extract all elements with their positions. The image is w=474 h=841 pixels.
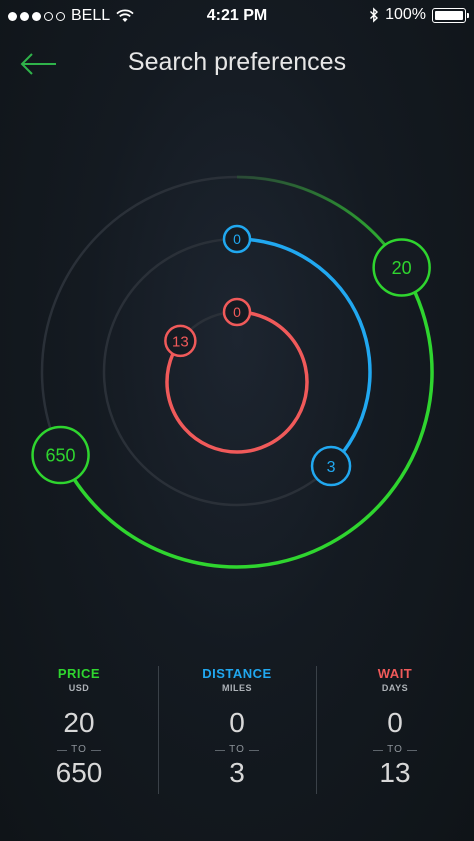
battery-percent: 100% — [385, 6, 426, 23]
preferences-dial[interactable]: 20 650 0 3 0 13 — [0, 150, 474, 600]
price-from-knob[interactable]: 20 — [372, 238, 431, 297]
wait-to-knob[interactable]: 13 — [164, 324, 197, 358]
stat-distance-from[interactable]: 0 — [158, 707, 316, 739]
stat-distance-to-label: TO — [215, 744, 259, 755]
stat-price-label: PRICE — [57, 666, 101, 681]
distance-from-knob[interactable]: 0 — [222, 224, 252, 254]
nav-bar: Search preferences — [0, 40, 474, 86]
stat-wait-label: WAIT — [377, 666, 413, 681]
price-to-knob[interactable]: 650 — [31, 425, 90, 485]
carrier-name: BELL — [71, 7, 111, 24]
price-to-knob-label: 650 — [46, 446, 76, 466]
stat-wait-unit: DAYS — [381, 683, 409, 693]
stat-price-to-label: TO — [57, 744, 101, 755]
stat-price-to[interactable]: 650 — [0, 757, 158, 789]
bluetooth-icon — [370, 7, 379, 23]
stat-wait-to[interactable]: 13 — [316, 757, 474, 789]
price-from-knob-label: 20 — [392, 258, 412, 278]
status-left: BELL — [8, 7, 134, 25]
wait-from-knob-label: 0 — [233, 304, 241, 320]
page-title: Search preferences — [127, 48, 347, 76]
wait-from-knob[interactable]: 0 — [222, 297, 252, 327]
stat-wait: WAIT DAYS 0 TO 13 — [316, 650, 474, 800]
stat-distance-unit: MILES — [221, 683, 252, 693]
stat-distance-label: DISTANCE — [202, 666, 272, 681]
stat-price-from[interactable]: 20 — [0, 707, 158, 739]
stat-wait-from[interactable]: 0 — [316, 707, 474, 739]
stat-price-unit: USD — [68, 683, 90, 693]
wait-to-knob-label: 13 — [172, 333, 189, 350]
stat-wait-to-label: TO — [373, 744, 417, 755]
status-bar: BELL 4:21 PM 100% — [0, 0, 474, 34]
stat-distance-to[interactable]: 3 — [158, 757, 316, 789]
stats-panel: PRICE USD 20 TO 650 DISTANCE MILES 0 TO … — [0, 650, 474, 800]
arrow-left-icon — [20, 53, 56, 75]
battery-icon — [432, 7, 469, 23]
distance-arc — [235, 237, 372, 468]
distance-to-knob-label: 3 — [327, 459, 336, 476]
stat-distance: DISTANCE MILES 0 TO 3 — [158, 650, 316, 800]
stat-price: PRICE USD 20 TO 650 — [0, 650, 158, 800]
signal-icon — [8, 11, 65, 21]
distance-to-knob[interactable]: 3 — [310, 445, 352, 487]
wifi-icon — [116, 9, 134, 22]
back-button[interactable] — [18, 50, 60, 78]
status-right: 100% — [369, 6, 469, 24]
distance-from-knob-label: 0 — [233, 231, 241, 247]
